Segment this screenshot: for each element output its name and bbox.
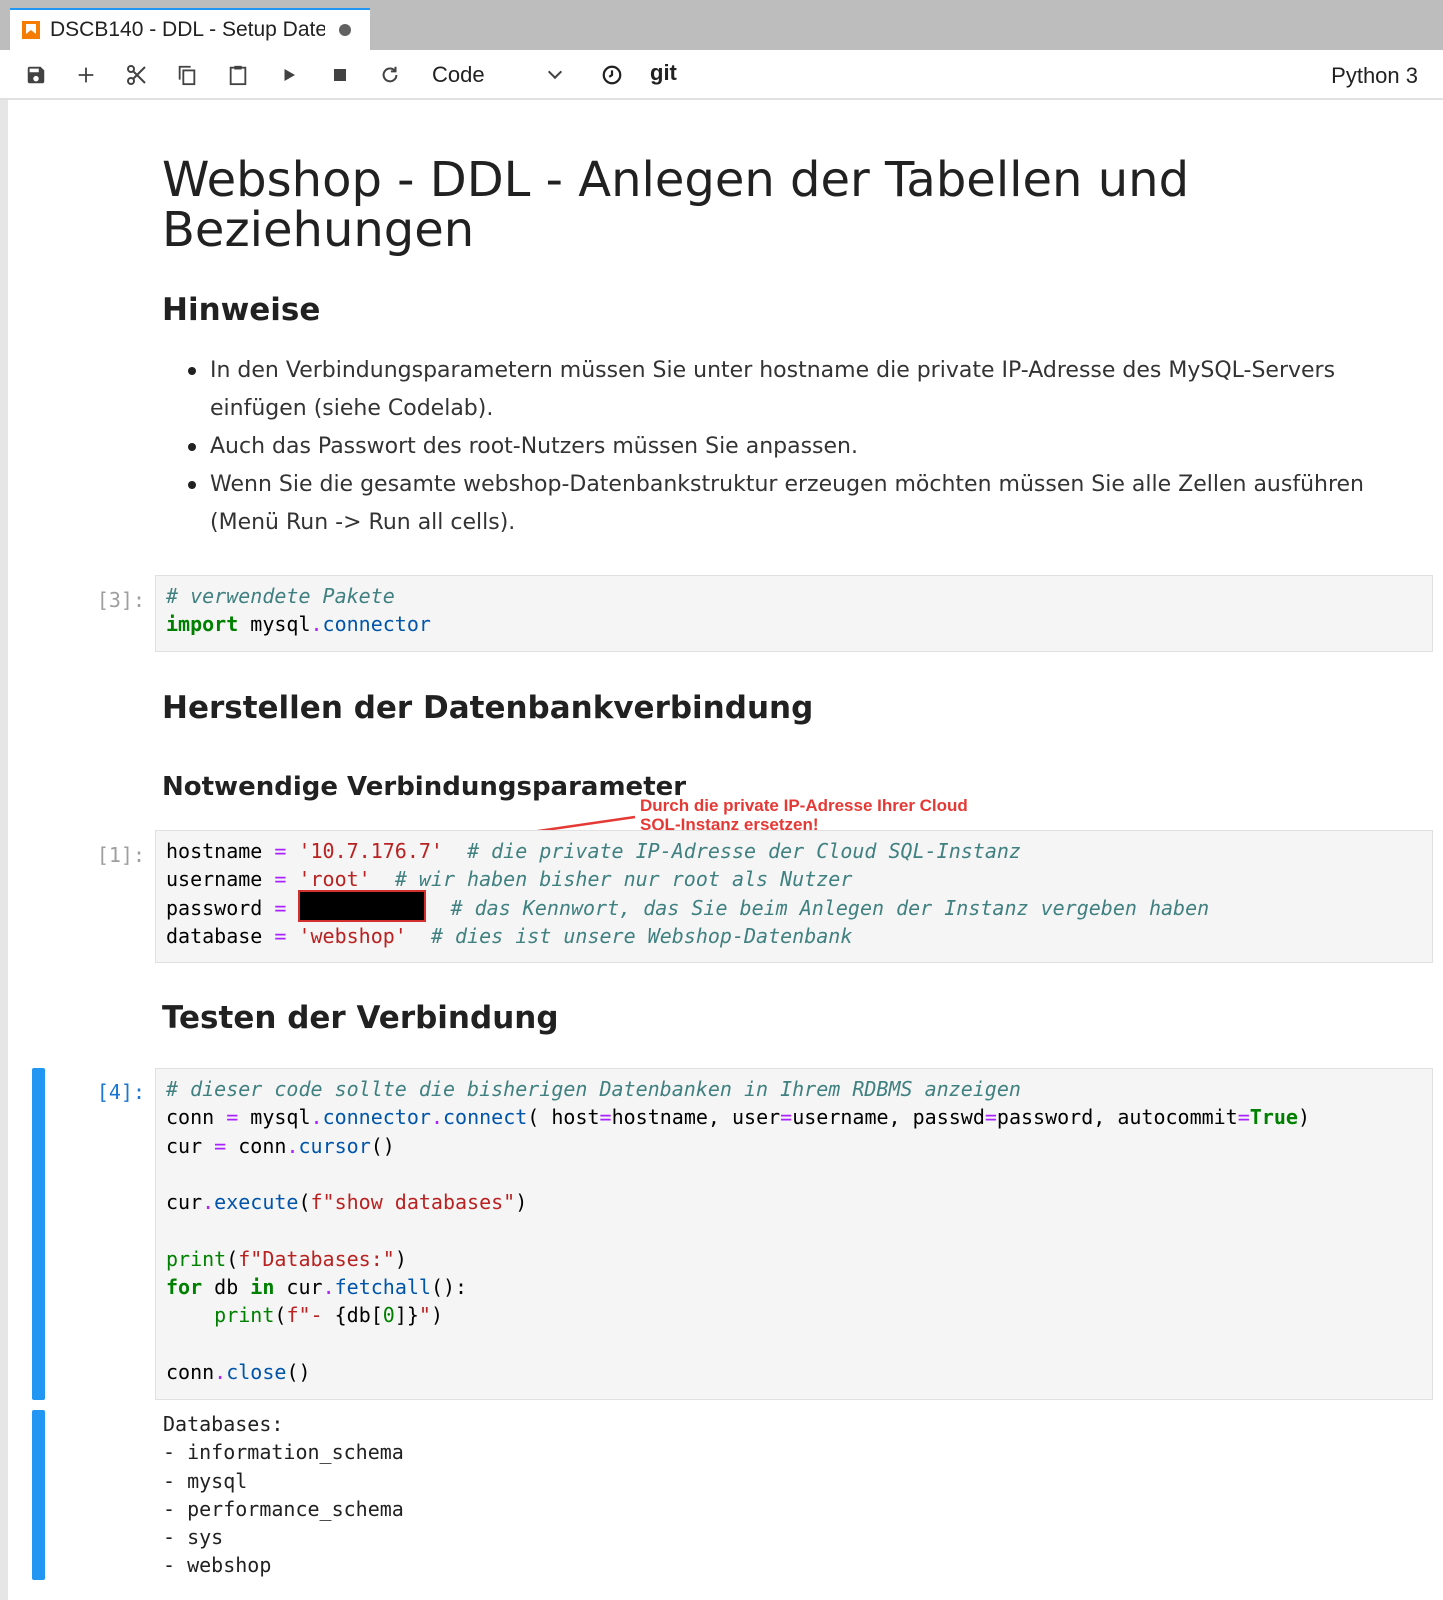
tab-bar: DSCB140 - DDL - Setup Datenbank bbox=[0, 0, 1443, 50]
hinweise-list: In den Verbindungsparametern müssen Sie … bbox=[188, 352, 1390, 542]
cell-prompt: [3]: bbox=[96, 588, 145, 612]
clock-icon[interactable] bbox=[597, 60, 627, 90]
cell-output: Databases: - information_schema - mysql … bbox=[163, 1412, 404, 1578]
heading-testen: Testen der Verbindung bbox=[162, 1000, 559, 1036]
heading-notwendige: Notwendige Verbindungsparameter bbox=[162, 772, 687, 802]
kernel-name[interactable]: Python 3 bbox=[1331, 63, 1418, 89]
cut-icon[interactable] bbox=[122, 60, 152, 90]
stop-icon[interactable] bbox=[325, 60, 355, 90]
notebook-icon bbox=[22, 21, 40, 39]
list-item: Auch das Passwort des root-Nutzers müsse… bbox=[188, 428, 1390, 466]
cell-selection-bar[interactable] bbox=[32, 1068, 45, 1400]
add-cell-icon[interactable] bbox=[71, 60, 101, 90]
list-item: In den Verbindungsparametern müssen Sie … bbox=[188, 352, 1390, 428]
cell-prompt: [4]: bbox=[96, 1080, 145, 1104]
copy-icon[interactable] bbox=[172, 60, 202, 90]
chevron-down-icon bbox=[547, 64, 563, 80]
code-cell-test-connection[interactable]: # dieser code sollte die bisherigen Date… bbox=[155, 1068, 1433, 1400]
left-border bbox=[0, 100, 8, 1600]
tab-title: DSCB140 - DDL - Setup Datenbank bbox=[50, 18, 325, 41]
paste-icon[interactable] bbox=[223, 60, 253, 90]
notebook-tab[interactable]: DSCB140 - DDL - Setup Datenbank bbox=[10, 8, 370, 50]
git-button[interactable]: git bbox=[650, 60, 677, 86]
annotation-note: Durch die private IP-Adresse Ihrer Cloud… bbox=[640, 796, 968, 834]
code-cell-parameters[interactable]: hostname = '10.7.176.7' # die private IP… bbox=[155, 830, 1433, 963]
restart-icon[interactable] bbox=[375, 60, 405, 90]
heading-hinweise: Hinweise bbox=[162, 292, 321, 328]
unsaved-indicator-icon[interactable] bbox=[339, 24, 351, 36]
list-item: Wenn Sie die gesamte webshop-Datenbankst… bbox=[188, 466, 1390, 542]
cell-type-value: Code bbox=[432, 62, 485, 87]
redacted-password bbox=[298, 890, 427, 923]
save-icon[interactable] bbox=[21, 60, 51, 90]
notebook-toolbar: Code git Python 3 bbox=[0, 50, 1443, 100]
heading-herstellen: Herstellen der Datenbankverbindung bbox=[162, 690, 814, 726]
cell-prompt: [1]: bbox=[96, 843, 145, 867]
run-icon[interactable] bbox=[274, 60, 304, 90]
output-selection-bar[interactable] bbox=[32, 1410, 45, 1580]
code-cell-imports[interactable]: # verwendete Pakete import mysql.connect… bbox=[155, 575, 1433, 652]
cell-type-select[interactable]: Code bbox=[432, 60, 572, 90]
notebook-title: Webshop - DDL - Anlegen der Tabellen und… bbox=[162, 152, 1190, 258]
